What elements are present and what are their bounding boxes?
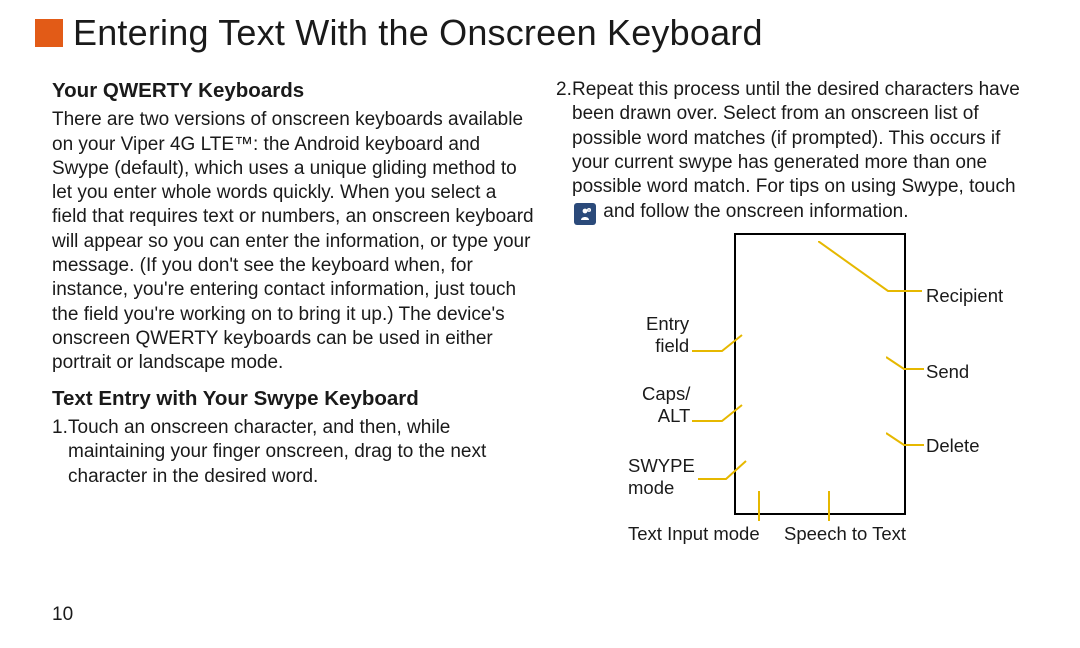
manual-page: Entering Text With the Onscreen Keyboard…: [0, 0, 1080, 648]
list-number: 2.: [556, 78, 572, 225]
page-header: Entering Text With the Onscreen Keyboard: [35, 12, 1050, 54]
label-entry-field: Entry field: [646, 313, 689, 357]
label-delete: Delete: [926, 435, 979, 457]
right-column: 2. Repeat this process until the desired…: [556, 78, 1040, 598]
list-body: Repeat this process until the desired ch…: [572, 78, 1040, 225]
content-columns: Your QWERTY Keyboards There are two vers…: [52, 78, 1040, 598]
label-caps-alt: Caps/ ALT: [642, 383, 690, 427]
li2-text-a: Repeat this process until the desired ch…: [572, 79, 1020, 197]
label-swype-mode: SWYPE mode: [628, 455, 695, 499]
phone-diagram: Entry field Caps/ ALT SWYPE mode Text In…: [556, 233, 1040, 563]
section-heading-swype: Text Entry with Your Swype Keyboard: [52, 386, 536, 412]
list-body: Touch an onscreen character, and then, w…: [68, 416, 536, 489]
section-heading-qwerty: Your QWERTY Keyboards: [52, 78, 536, 104]
label-recipient: Recipient: [926, 285, 1003, 307]
label-send: Send: [926, 361, 969, 383]
paragraph-qwerty: There are two versions of onscreen keybo…: [52, 108, 536, 375]
swype-help-icon: i: [574, 203, 596, 225]
accent-bar: [35, 19, 63, 47]
label-speech-to-text: Speech to Text: [784, 523, 906, 545]
label-text-input-mode: Text Input mode: [628, 523, 760, 545]
svg-text:i: i: [589, 208, 590, 212]
page-number: 10: [52, 604, 73, 626]
page-title: Entering Text With the Onscreen Keyboard: [73, 12, 763, 54]
list-item-2: 2. Repeat this process until the desired…: [556, 78, 1040, 225]
list-number: 1.: [52, 416, 68, 489]
phone-outline: [734, 233, 906, 515]
left-column: Your QWERTY Keyboards There are two vers…: [52, 78, 536, 598]
list-item-1: 1. Touch an onscreen character, and then…: [52, 416, 536, 489]
li2-text-b: and follow the onscreen information.: [603, 201, 908, 222]
